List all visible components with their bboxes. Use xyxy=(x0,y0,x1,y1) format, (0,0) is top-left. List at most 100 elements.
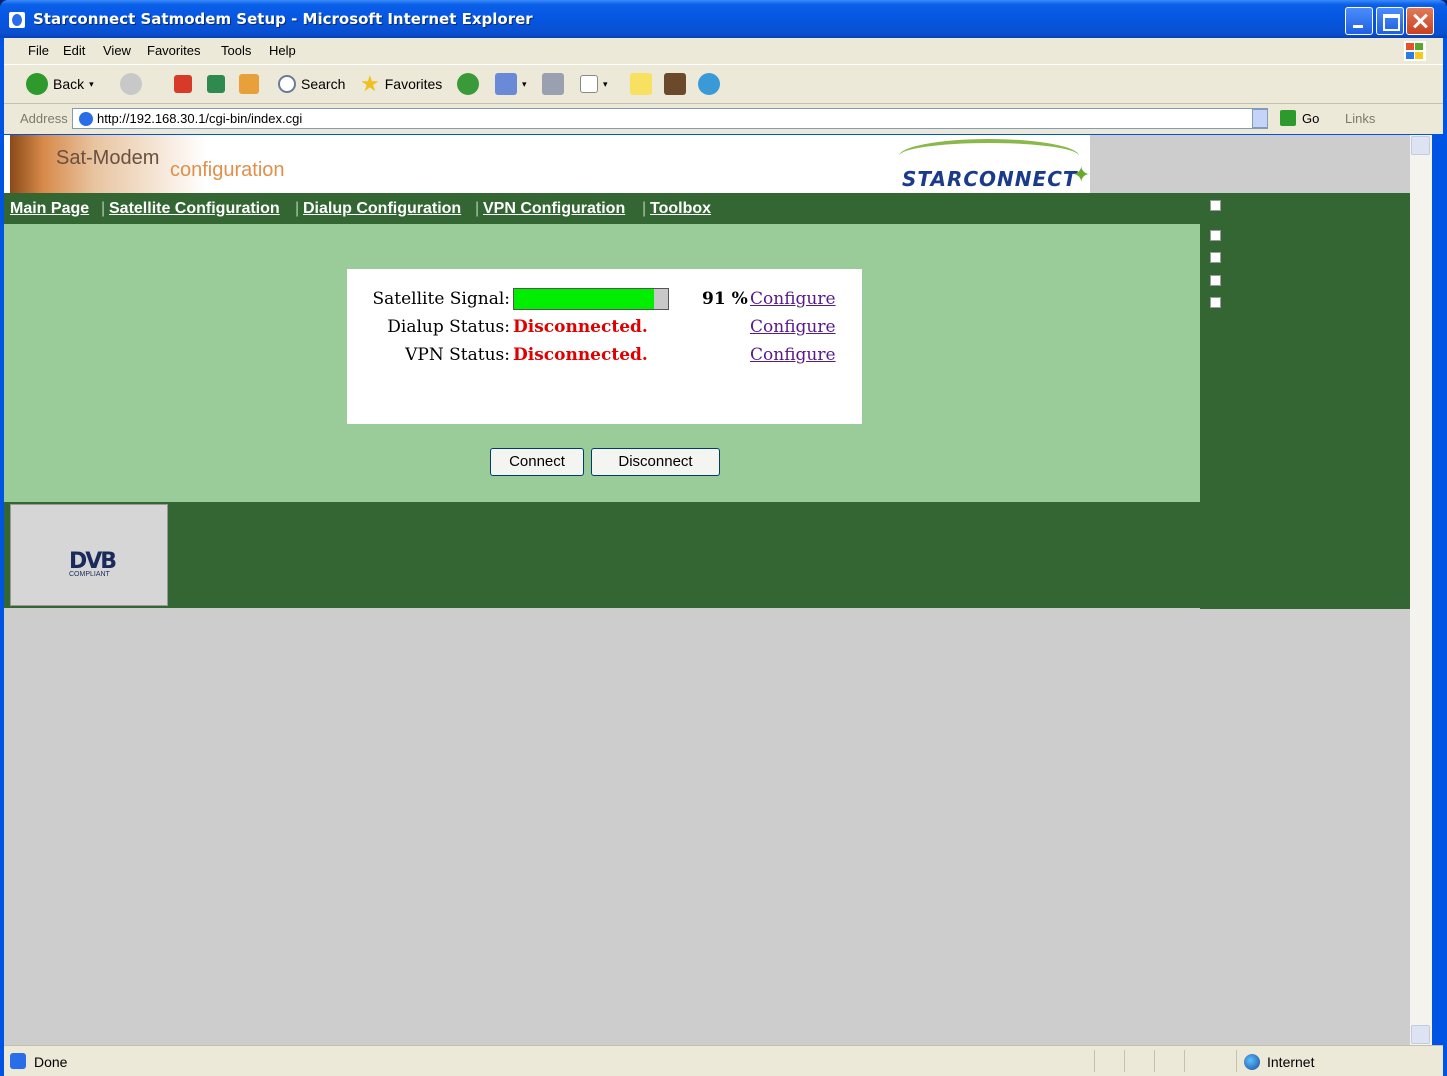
scroll-up-button[interactable] xyxy=(1411,136,1430,155)
nav-separator: | xyxy=(295,200,300,217)
back-button[interactable]: Back ▾ xyxy=(26,71,94,97)
standard-toolbar: Back ▾ Search ★ Favorites ▾ ▾ xyxy=(4,65,1443,104)
sidebar-checkbox[interactable] xyxy=(1210,200,1221,211)
nav-separator: | xyxy=(475,200,480,217)
go-button[interactable]: Go xyxy=(1302,111,1319,126)
maximize-button[interactable] xyxy=(1376,7,1404,35)
status-divider xyxy=(1236,1050,1237,1072)
home-icon xyxy=(239,74,259,94)
history-button[interactable] xyxy=(457,71,479,97)
status-text: Done xyxy=(34,1054,68,1070)
status-divider xyxy=(1184,1050,1185,1072)
print-button[interactable] xyxy=(542,71,564,97)
menu-view[interactable]: View xyxy=(103,43,131,58)
close-button[interactable] xyxy=(1406,7,1434,35)
satellite-signal-label: Satellite Signal: xyxy=(372,289,511,309)
globe-icon xyxy=(1244,1054,1260,1070)
vertical-scrollbar[interactable] xyxy=(1410,135,1432,1045)
go-arrow-icon[interactable] xyxy=(1280,110,1296,126)
title-bar[interactable]: Starconnect Satmodem Setup - Microsoft I… xyxy=(0,0,1447,38)
stop-icon xyxy=(174,75,192,93)
page-footer: DVB COMPLIANT xyxy=(4,502,1410,608)
research-button[interactable] xyxy=(664,71,686,97)
back-arrow-icon xyxy=(26,73,48,95)
browser-window: Starconnect Satmodem Setup - Microsoft I… xyxy=(0,0,1447,1076)
dialup-status-label: Dialup Status: xyxy=(387,317,510,337)
menu-file[interactable]: File xyxy=(28,43,49,58)
star-icon: ★ xyxy=(360,71,380,96)
mail-icon xyxy=(495,73,517,95)
nav-main-page[interactable]: Main Page xyxy=(10,200,89,218)
page-viewport: Sat-Modem configuration STARCONNECT ✦ Ma… xyxy=(4,135,1410,1045)
address-dropdown-button[interactable] xyxy=(1252,109,1268,128)
windows-logo-icon xyxy=(1404,41,1426,61)
stop-button[interactable] xyxy=(174,71,192,97)
page-icon xyxy=(79,112,93,126)
messenger-button[interactable] xyxy=(698,71,720,97)
notes-button[interactable] xyxy=(630,71,652,97)
favorites-button[interactable]: ★ Favorites xyxy=(360,71,442,97)
window-right-edge xyxy=(1432,135,1447,1045)
sidebar-checkbox[interactable] xyxy=(1210,297,1221,308)
satellite-signal-bar xyxy=(513,288,669,310)
satellite-configure-link[interactable]: Configure xyxy=(750,289,836,309)
disconnect-button[interactable]: Disconnect xyxy=(591,448,720,476)
dialup-configure-link[interactable]: Configure xyxy=(750,317,836,337)
satellite-signal-fill xyxy=(514,289,655,309)
chevron-down-icon: ▾ xyxy=(522,78,527,89)
research-icon xyxy=(664,73,686,95)
nav-dialup-configuration[interactable]: Dialup Configuration xyxy=(303,200,461,218)
brand-logo: STARCONNECT xyxy=(902,167,1078,191)
chevron-down-icon: ▾ xyxy=(603,78,608,89)
nav-separator: | xyxy=(642,200,647,217)
vpn-configure-link[interactable]: Configure xyxy=(750,345,836,365)
main-content: Satellite Signal: 91 % Configure Dialup … xyxy=(4,224,1200,502)
refresh-button[interactable] xyxy=(207,71,225,97)
refresh-icon xyxy=(207,75,225,93)
mail-button[interactable]: ▾ xyxy=(495,71,527,97)
address-label: Address xyxy=(20,111,68,126)
star-icon: ✦ xyxy=(1072,163,1091,188)
history-icon xyxy=(457,73,479,95)
sidebar-checkbox[interactable] xyxy=(1210,252,1221,263)
status-divider xyxy=(1094,1050,1095,1072)
sidebar-checkbox[interactable] xyxy=(1210,230,1221,241)
print-icon xyxy=(542,73,564,95)
page-nav: Main Page | Satellite Configuration | Di… xyxy=(4,193,1200,224)
search-button[interactable]: Search xyxy=(278,71,345,97)
menu-bar: File Edit View Favorites Tools Help xyxy=(4,38,1443,65)
status-panel: Satellite Signal: 91 % Configure Dialup … xyxy=(347,269,862,424)
nav-vpn-configuration[interactable]: VPN Configuration xyxy=(483,200,625,218)
vpn-status-value: Disconnected. xyxy=(513,345,648,365)
ie-icon xyxy=(9,12,25,28)
sidebar-checkbox[interactable] xyxy=(1210,275,1221,286)
home-button[interactable] xyxy=(239,71,259,97)
edit-button[interactable]: ▾ xyxy=(580,71,608,97)
menu-tools[interactable]: Tools xyxy=(221,43,251,58)
status-divider xyxy=(1154,1050,1155,1072)
vpn-status-label: VPN Status: xyxy=(405,345,510,365)
nav-satellite-configuration[interactable]: Satellite Configuration xyxy=(109,200,280,218)
status-divider xyxy=(1124,1050,1125,1072)
dvb-compliant-text: COMPLIANT xyxy=(69,571,110,578)
address-url[interactable]: http://192.168.30.1/cgi-bin/index.cgi xyxy=(97,111,302,126)
address-input[interactable]: http://192.168.30.1/cgi-bin/index.cgi xyxy=(72,108,1268,129)
status-bar: Done Internet xyxy=(4,1045,1443,1076)
links-button[interactable]: Links xyxy=(1345,111,1375,126)
minimize-button[interactable] xyxy=(1345,7,1373,35)
edit-icon xyxy=(580,75,598,93)
scroll-down-button[interactable] xyxy=(1411,1025,1430,1044)
messenger-icon xyxy=(698,73,720,95)
connect-button[interactable]: Connect xyxy=(490,448,584,476)
header-app-name: Sat-Modem xyxy=(56,147,160,169)
menu-help[interactable]: Help xyxy=(269,43,296,58)
header-app-sub: configuration xyxy=(170,159,285,181)
window-title: Starconnect Satmodem Setup - Microsoft I… xyxy=(33,10,533,28)
menu-edit[interactable]: Edit xyxy=(63,43,85,58)
forward-button[interactable] xyxy=(120,71,142,97)
security-zone: Internet xyxy=(1267,1054,1315,1070)
menu-favorites[interactable]: Favorites xyxy=(147,43,200,58)
notes-icon xyxy=(630,73,652,95)
dialup-status-value: Disconnected. xyxy=(513,317,648,337)
nav-toolbox[interactable]: Toolbox xyxy=(650,200,711,218)
